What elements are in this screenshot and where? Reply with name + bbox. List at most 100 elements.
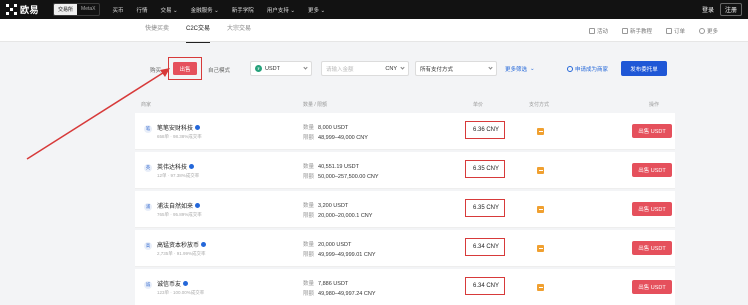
limit-label: 限额 bbox=[303, 174, 315, 180]
amount-placeholder: 请输入金额 bbox=[326, 66, 354, 73]
auth-links: 登录 注册 bbox=[702, 3, 742, 16]
limit: 限额 50,000–257,500.00 CNY bbox=[303, 172, 379, 180]
limit-value: 49,980–49,997.24 CNY bbox=[318, 291, 376, 297]
payment-select[interactable]: 所有支付方式 bbox=[415, 61, 497, 76]
sub-tools: 活动 新手教程 订单 更多 bbox=[575, 19, 718, 42]
col-action: 操作 bbox=[649, 102, 660, 108]
coin-select[interactable]: ₮ USDT bbox=[250, 61, 312, 76]
limit-value: 50,000–257,500.00 CNY bbox=[318, 174, 379, 180]
qty-value: 40,551.19 USDT bbox=[318, 164, 359, 170]
tab-c2c[interactable]: C2C交易 bbox=[186, 19, 211, 43]
qty-value: 7,886 USDT bbox=[318, 281, 349, 287]
verified-icon bbox=[189, 164, 195, 169]
sell-usdt-button[interactable]: 出售 USDT bbox=[632, 124, 672, 138]
bank-card-icon bbox=[537, 206, 544, 213]
avatar: 浦 bbox=[144, 203, 152, 211]
qty-label: 数量 bbox=[303, 164, 315, 170]
qty-label: 数量 bbox=[303, 281, 315, 287]
merchant-name[interactable]: 浦法自然如来 bbox=[157, 201, 201, 210]
register-button[interactable]: 注册 bbox=[719, 3, 742, 16]
sell-usdt-button[interactable]: 出售 USDT bbox=[632, 241, 672, 255]
exchange-pill[interactable]: 交易所 bbox=[54, 4, 78, 15]
table-row: 英 英伟达科技 12单 · 97.38%成交率 数量 40,551.19 USDT… bbox=[135, 152, 675, 189]
login-link[interactable]: 登录 bbox=[702, 5, 714, 14]
merchant-name[interactable]: 笔笔安财科技 bbox=[157, 123, 201, 132]
apply-merchant-label: 申请成为商家 bbox=[575, 67, 609, 73]
mode-label[interactable]: 自己模式 bbox=[208, 66, 230, 74]
limit-label: 限额 bbox=[303, 213, 315, 219]
more-icon bbox=[698, 27, 705, 34]
tutorial-label: 新手教程 bbox=[629, 28, 652, 35]
more-link[interactable]: 更多 bbox=[698, 27, 718, 35]
publish-order-button[interactable]: 发布委托单 bbox=[621, 61, 667, 76]
more-filter-link[interactable]: 更多筛选 ⌄ bbox=[505, 65, 535, 73]
limit: 限额 48,999–49,000 CNY bbox=[303, 133, 368, 141]
col-price: 单价 bbox=[473, 102, 484, 108]
merchant-name-text: 英伟达科技 bbox=[157, 165, 188, 171]
qty-value: 20,000 USDT bbox=[318, 242, 352, 248]
merchant-name[interactable]: 诚信币友 bbox=[157, 279, 189, 288]
col-merchant: 商家 bbox=[141, 102, 152, 108]
nav-links: 买币 行情 交易 ⌄ 金融服务 ⌄ 新手学院 用户支持 ⌄ 更多 ⌄ bbox=[112, 6, 338, 14]
merchant-name[interactable]: 英伟达科技 bbox=[157, 162, 195, 171]
order-icon bbox=[665, 27, 672, 34]
quantity: 数量 7,886 USDT bbox=[303, 279, 348, 287]
sell-usdt-button[interactable]: 出售 USDT bbox=[632, 202, 672, 216]
chevron-down-icon bbox=[488, 65, 493, 70]
merchant-icon bbox=[567, 66, 573, 72]
book-icon bbox=[621, 27, 628, 34]
limit-value: 20,000–20,000.1 CNY bbox=[318, 213, 373, 219]
chevron-down-icon bbox=[303, 65, 308, 70]
sell-highlight-box bbox=[168, 57, 202, 80]
more-filter-label: 更多筛选 bbox=[505, 67, 528, 73]
top-nav: 欧易 交易所 MetaX 买币 行情 交易 ⌄ 金融服务 ⌄ 新手学院 用户支持… bbox=[0, 0, 748, 19]
nav-link-more[interactable]: 更多 ⌄ bbox=[308, 6, 325, 14]
gift-icon bbox=[588, 27, 595, 34]
table-row: 笔 笔笔安财科技 658单 · 98.38%成交率 数量 8,000 USDT 限… bbox=[135, 113, 675, 150]
qty-label: 数量 bbox=[303, 242, 315, 248]
merchant-stats: 2,735单 · 91.99%成交率 bbox=[157, 251, 206, 256]
buy-tab[interactable]: 购买 bbox=[150, 66, 161, 74]
orders-label: 订单 bbox=[673, 28, 685, 35]
orders-link[interactable]: 订单 bbox=[665, 27, 685, 35]
avatar: 英 bbox=[144, 164, 152, 172]
more-label: 更多 bbox=[706, 28, 718, 35]
payment-value: 所有支付方式 bbox=[420, 66, 454, 73]
table-row: 诚 诚信币友 123单 · 100.00%成交率 数量 7,886 USDT 限额… bbox=[135, 269, 675, 305]
metax-pill[interactable]: MetaX bbox=[77, 4, 99, 15]
limit-label: 限额 bbox=[303, 291, 315, 297]
verified-icon bbox=[195, 125, 201, 130]
nav-link-market[interactable]: 行情 bbox=[137, 6, 148, 14]
avatar: 高 bbox=[144, 242, 152, 250]
sell-usdt-button[interactable]: 出售 USDT bbox=[632, 280, 672, 294]
merchant-name[interactable]: 高锰资本秒放币 bbox=[157, 240, 207, 249]
table-row: 高 高锰资本秒放币 2,735单 · 91.99%成交率 数量 20,000 US… bbox=[135, 230, 675, 267]
qty-value: 8,000 USDT bbox=[318, 125, 349, 131]
nav-link-academy[interactable]: 新手学院 bbox=[232, 6, 254, 14]
limit: 限额 49,980–49,997.24 CNY bbox=[303, 289, 376, 297]
tab-block-trade[interactable]: 大宗交易 bbox=[227, 19, 251, 42]
filter-bar: 购买 出售 自己模式 ₮ USDT 请输入金额 CNY 所有支付方式 更多筛选 … bbox=[135, 54, 675, 84]
table-row: 浦 浦法自然如来 765单 · 95.89%成交率 数量 3,200 USDT 限… bbox=[135, 191, 675, 228]
nav-link-finance[interactable]: 金融服务 ⌄ bbox=[191, 6, 219, 14]
verified-icon bbox=[201, 242, 207, 247]
nav-link-buy[interactable]: 买币 bbox=[112, 6, 123, 14]
activity-link[interactable]: 活动 bbox=[588, 27, 608, 35]
price-highlight-box bbox=[465, 199, 505, 217]
col-qty-limit: 数量 / 限额 bbox=[303, 102, 328, 108]
merchant-name-text: 浦法自然如来 bbox=[157, 204, 194, 210]
price-highlight-box bbox=[465, 121, 505, 139]
tutorial-link[interactable]: 新手教程 bbox=[621, 27, 652, 35]
merchant-stats: 12单 · 97.38%成交率 bbox=[157, 173, 200, 178]
nav-link-support[interactable]: 用户支持 ⌄ bbox=[267, 6, 295, 14]
tab-quick-trade[interactable]: 快捷买卖 bbox=[145, 19, 169, 42]
currency-value: CNY bbox=[385, 65, 397, 72]
merchant-stats: 658单 · 98.38%成交率 bbox=[157, 134, 202, 139]
nav-link-trade[interactable]: 交易 ⌄ bbox=[161, 6, 178, 14]
logo[interactable]: 欧易 bbox=[6, 3, 39, 16]
activity-label: 活动 bbox=[596, 28, 608, 35]
apply-merchant-link[interactable]: 申请成为商家 bbox=[567, 65, 608, 73]
bank-card-icon bbox=[537, 284, 544, 291]
sell-usdt-button[interactable]: 出售 USDT bbox=[632, 163, 672, 177]
amount-input[interactable]: 请输入金额 CNY bbox=[321, 61, 409, 76]
